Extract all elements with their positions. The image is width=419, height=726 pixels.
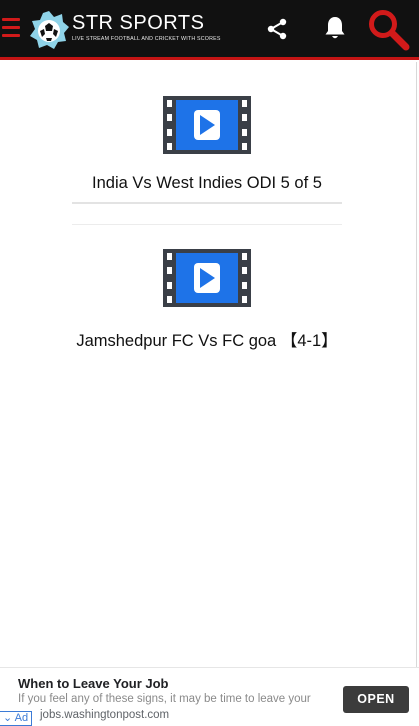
bell-icon[interactable] (323, 15, 347, 41)
video-play-icon[interactable] (163, 96, 251, 154)
ad-badge[interactable]: ⌄ Ad (0, 711, 33, 726)
title-underline (72, 202, 342, 204)
scroll-edge (416, 62, 417, 667)
brand-title: STR SPORTS (72, 12, 205, 34)
divider (72, 224, 342, 225)
ad-url[interactable]: jobs.washingtonpost.com (40, 709, 169, 721)
video-play-icon[interactable] (163, 249, 251, 307)
video-title[interactable]: India Vs West Indies ODI 5 of 5 (72, 174, 342, 193)
ad-text[interactable]: If you feel any of these signs, it may b… (18, 693, 311, 705)
app-header: STR SPORTS LIVE STREAM FOOTBALL AND CRIC… (0, 0, 419, 60)
ad-banner[interactable]: When to Leave Your Job If you feel any o… (0, 667, 419, 726)
search-icon[interactable] (366, 7, 410, 51)
video-title[interactable]: Jamshedpur FC Vs FC goa 【4-1】 (72, 327, 342, 351)
brand: STR SPORTS LIVE STREAM FOOTBALL AND CRIC… (72, 13, 221, 42)
ad-title[interactable]: When to Leave Your Job (18, 676, 168, 691)
brand-subtitle: LIVE STREAM FOOTBALL AND CRICKET WITH SC… (72, 36, 221, 42)
hamburger-menu-icon[interactable] (2, 18, 20, 38)
logo-icon (30, 11, 69, 49)
share-icon[interactable] (265, 17, 289, 41)
ad-open-button[interactable]: OPEN (343, 686, 409, 713)
video-item[interactable]: India Vs West Indies ODI 5 of 5 (72, 96, 342, 204)
video-item[interactable]: Jamshedpur FC Vs FC goa 【4-1】 (72, 249, 342, 351)
